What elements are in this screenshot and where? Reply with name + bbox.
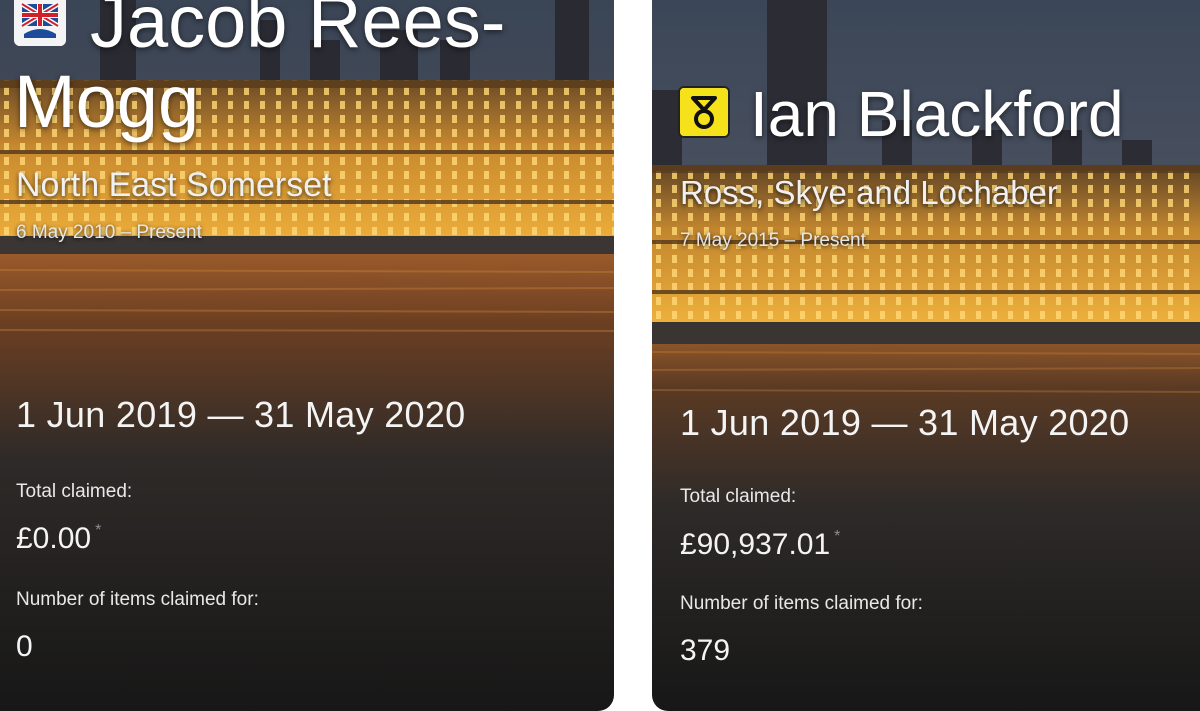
items-claimed-label: Number of items claimed for:	[16, 589, 259, 610]
constituency-name: Ross, Skye and Lochaber	[680, 174, 1058, 211]
tenure-dates: 7 May 2015 – Present	[680, 230, 866, 251]
total-claimed-value: £0.00 *	[16, 522, 101, 556]
snp-logo-icon	[678, 86, 730, 138]
mp-card-rees-mogg[interactable]: Jacob Rees-Mogg North East Somerset 6 Ma…	[0, 0, 614, 711]
mp-card-blackford[interactable]: Ian Blackford Ross, Skye and Lochaber 7 …	[652, 0, 1200, 711]
total-claimed-label: Total claimed:	[16, 481, 133, 502]
constituency-name: North East Somerset	[16, 166, 332, 204]
total-claimed-value: £90,937.01 *	[680, 528, 840, 562]
items-claimed-value: 379	[680, 634, 731, 667]
expenses-period: 1 Jun 2019 — 31 May 2020	[680, 402, 1130, 443]
mp-name: Jacob Rees-Mogg	[14, 0, 506, 143]
total-claimed-amount: £90,937.01	[680, 528, 831, 561]
tenure-dates: 6 May 2010 – Present	[16, 222, 202, 243]
items-claimed-value: 0	[16, 630, 33, 663]
total-claimed-amount: £0.00	[16, 522, 92, 555]
items-claimed-label: Number of items claimed for:	[680, 593, 923, 614]
expenses-period: 1 Jun 2019 — 31 May 2020	[16, 394, 466, 435]
footnote-asterisk: *	[834, 528, 841, 545]
total-claimed-label: Total claimed:	[680, 486, 797, 507]
mp-name: Ian Blackford	[750, 78, 1124, 150]
footnote-asterisk: *	[95, 522, 102, 539]
